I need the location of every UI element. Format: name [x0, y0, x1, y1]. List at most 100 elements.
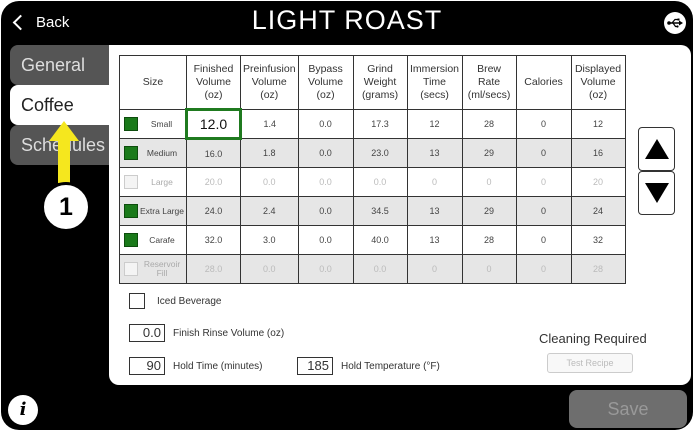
bypass-cell: 0.0: [297, 167, 354, 197]
save-button[interactable]: Save: [569, 390, 687, 428]
finished-volume-cell[interactable]: 12.0: [185, 108, 242, 140]
header-grind-weight: Grind Weight (grams): [352, 55, 408, 110]
displayed-volume-cell[interactable]: 12: [570, 109, 626, 139]
recipe-table: Size Finished Volume (oz) Preinfusion Volum…: [119, 55, 626, 284]
header-brew-rate: Brew Rate (ml/secs): [461, 55, 517, 110]
preinfusion-cell[interactable]: 3.0: [240, 225, 299, 255]
calories-cell[interactable]: 0: [515, 138, 572, 168]
header-displayed-volume: Displayed Volume (oz): [570, 55, 626, 110]
tab-coffee[interactable]: Coffee: [10, 85, 112, 125]
size-cell: Carafe: [119, 225, 187, 255]
size-cell: Large: [119, 167, 187, 197]
annotation-arrow-icon: [49, 121, 79, 183]
bypass-cell[interactable]: 0.0: [297, 225, 354, 255]
grind-cell: 0.0: [352, 254, 408, 284]
finished-volume-cell: 28.0: [186, 254, 241, 284]
size-enabled-checkbox[interactable]: [124, 146, 138, 160]
preinfusion-cell[interactable]: 1.8: [240, 138, 299, 168]
grind-cell[interactable]: 34.5: [352, 196, 408, 226]
iced-beverage-option[interactable]: Iced Beverage: [129, 293, 222, 309]
brew-rate-cell: 0: [461, 167, 517, 197]
calories-cell: 0: [515, 254, 572, 284]
iced-beverage-label: Iced Beverage: [157, 295, 222, 307]
size-enabled-checkbox[interactable]: [124, 262, 138, 276]
header-preinfusion-volume: Preinfusion Volume (oz): [240, 55, 299, 110]
size-enabled-checkbox[interactable]: [124, 175, 138, 189]
hold-time-field[interactable]: 90: [129, 357, 165, 375]
top-bar: Back LIGHT ROAST: [1, 1, 693, 45]
size-cell: Reservoir Fill: [119, 254, 187, 284]
size-cell: Extra Large: [119, 196, 187, 226]
triangle-up-icon: [644, 139, 669, 159]
bypass-cell: 0.0: [297, 254, 354, 284]
size-cell: Medium: [119, 138, 187, 168]
immersion-cell[interactable]: 13: [406, 138, 463, 168]
brew-rate-cell[interactable]: 28: [461, 225, 517, 255]
brew-rate-cell: 0: [461, 254, 517, 284]
header-bypass-volume: Bypass Volume (oz): [297, 55, 354, 110]
size-label: Large: [151, 176, 173, 187]
recipe-panel: Size Finished Volume (oz) Preinfusion Volum…: [109, 45, 691, 385]
displayed-volume-cell: 20: [570, 167, 626, 197]
header-calories: Calories: [515, 55, 572, 110]
displayed-volume-cell[interactable]: 32: [570, 225, 626, 255]
table-row: Medium 16.0 1.8 0.0 23.0 13 29 0 16: [119, 138, 626, 168]
calories-cell[interactable]: 0: [515, 225, 572, 255]
displayed-volume-cell[interactable]: 24: [570, 196, 626, 226]
preinfusion-cell: 0.0: [240, 167, 299, 197]
finish-rinse-field[interactable]: 0.0: [129, 324, 165, 342]
preinfusion-cell[interactable]: 2.4: [240, 196, 299, 226]
immersion-cell[interactable]: 12: [406, 109, 463, 139]
size-label: Medium: [146, 147, 178, 158]
bypass-cell[interactable]: 0.0: [297, 196, 354, 226]
grind-cell[interactable]: 40.0: [352, 225, 408, 255]
grind-cell[interactable]: 23.0: [352, 138, 408, 168]
preinfusion-cell[interactable]: 1.4: [240, 109, 299, 139]
usb-icon[interactable]: [664, 12, 686, 34]
size-enabled-checkbox[interactable]: [124, 117, 138, 131]
bypass-cell[interactable]: 0.0: [297, 109, 354, 139]
iced-beverage-checkbox[interactable]: [129, 293, 145, 309]
displayed-volume-cell: 28: [570, 254, 626, 284]
brew-rate-cell[interactable]: 28: [461, 109, 517, 139]
immersion-cell[interactable]: 13: [406, 225, 463, 255]
hold-temperature-label: Hold Temperature (°F): [341, 360, 440, 372]
hold-time-label: Hold Time (minutes): [173, 360, 263, 372]
tab-general[interactable]: General: [10, 45, 110, 85]
displayed-volume-cell[interactable]: 16: [570, 138, 626, 168]
finished-volume-cell[interactable]: 32.0: [186, 225, 241, 255]
grind-cell: 0.0: [352, 167, 408, 197]
finished-volume-cell: 20.0: [186, 167, 241, 197]
immersion-cell: 0: [406, 254, 463, 284]
size-label: Carafe: [149, 234, 175, 245]
finished-volume-cell[interactable]: 16.0: [186, 138, 241, 168]
preinfusion-cell: 0.0: [240, 254, 299, 284]
finish-rinse-option: 0.0 Finish Rinse Volume (oz): [129, 324, 284, 342]
table-header-row: Size Finished Volume (oz) Preinfusion Volum…: [119, 55, 626, 110]
finished-volume-cell[interactable]: 24.0: [186, 196, 241, 226]
hold-temperature-field[interactable]: 185: [297, 357, 333, 375]
annotation-number-badge: 1: [41, 182, 91, 232]
header-finished-volume: Finished Volume (oz): [186, 55, 241, 110]
hold-temperature-option: 185 Hold Temperature (°F): [297, 357, 440, 375]
calories-cell[interactable]: 0: [515, 109, 572, 139]
immersion-cell[interactable]: 13: [406, 196, 463, 226]
size-enabled-checkbox[interactable]: [124, 204, 138, 218]
brew-rate-cell[interactable]: 29: [461, 138, 517, 168]
brew-rate-cell[interactable]: 29: [461, 196, 517, 226]
scroll-up-button[interactable]: [638, 127, 675, 171]
finish-rinse-label: Finish Rinse Volume (oz): [173, 327, 285, 339]
header-size: Size: [119, 55, 187, 110]
test-recipe-button[interactable]: Test Recipe: [547, 353, 633, 373]
size-enabled-checkbox[interactable]: [124, 233, 138, 247]
calories-cell: 0: [515, 167, 572, 197]
size-cell: Small: [119, 109, 187, 139]
triangle-down-icon: [644, 183, 669, 203]
info-button[interactable]: i: [8, 395, 38, 425]
bypass-cell[interactable]: 0.0: [297, 138, 354, 168]
table-row: Large 20.0 0.0 0.0 0.0 0 0 0 20: [119, 167, 626, 197]
grind-cell[interactable]: 17.3: [352, 109, 408, 139]
size-label: Extra Large: [140, 205, 184, 216]
scroll-down-button[interactable]: [638, 171, 675, 215]
calories-cell[interactable]: 0: [515, 196, 572, 226]
